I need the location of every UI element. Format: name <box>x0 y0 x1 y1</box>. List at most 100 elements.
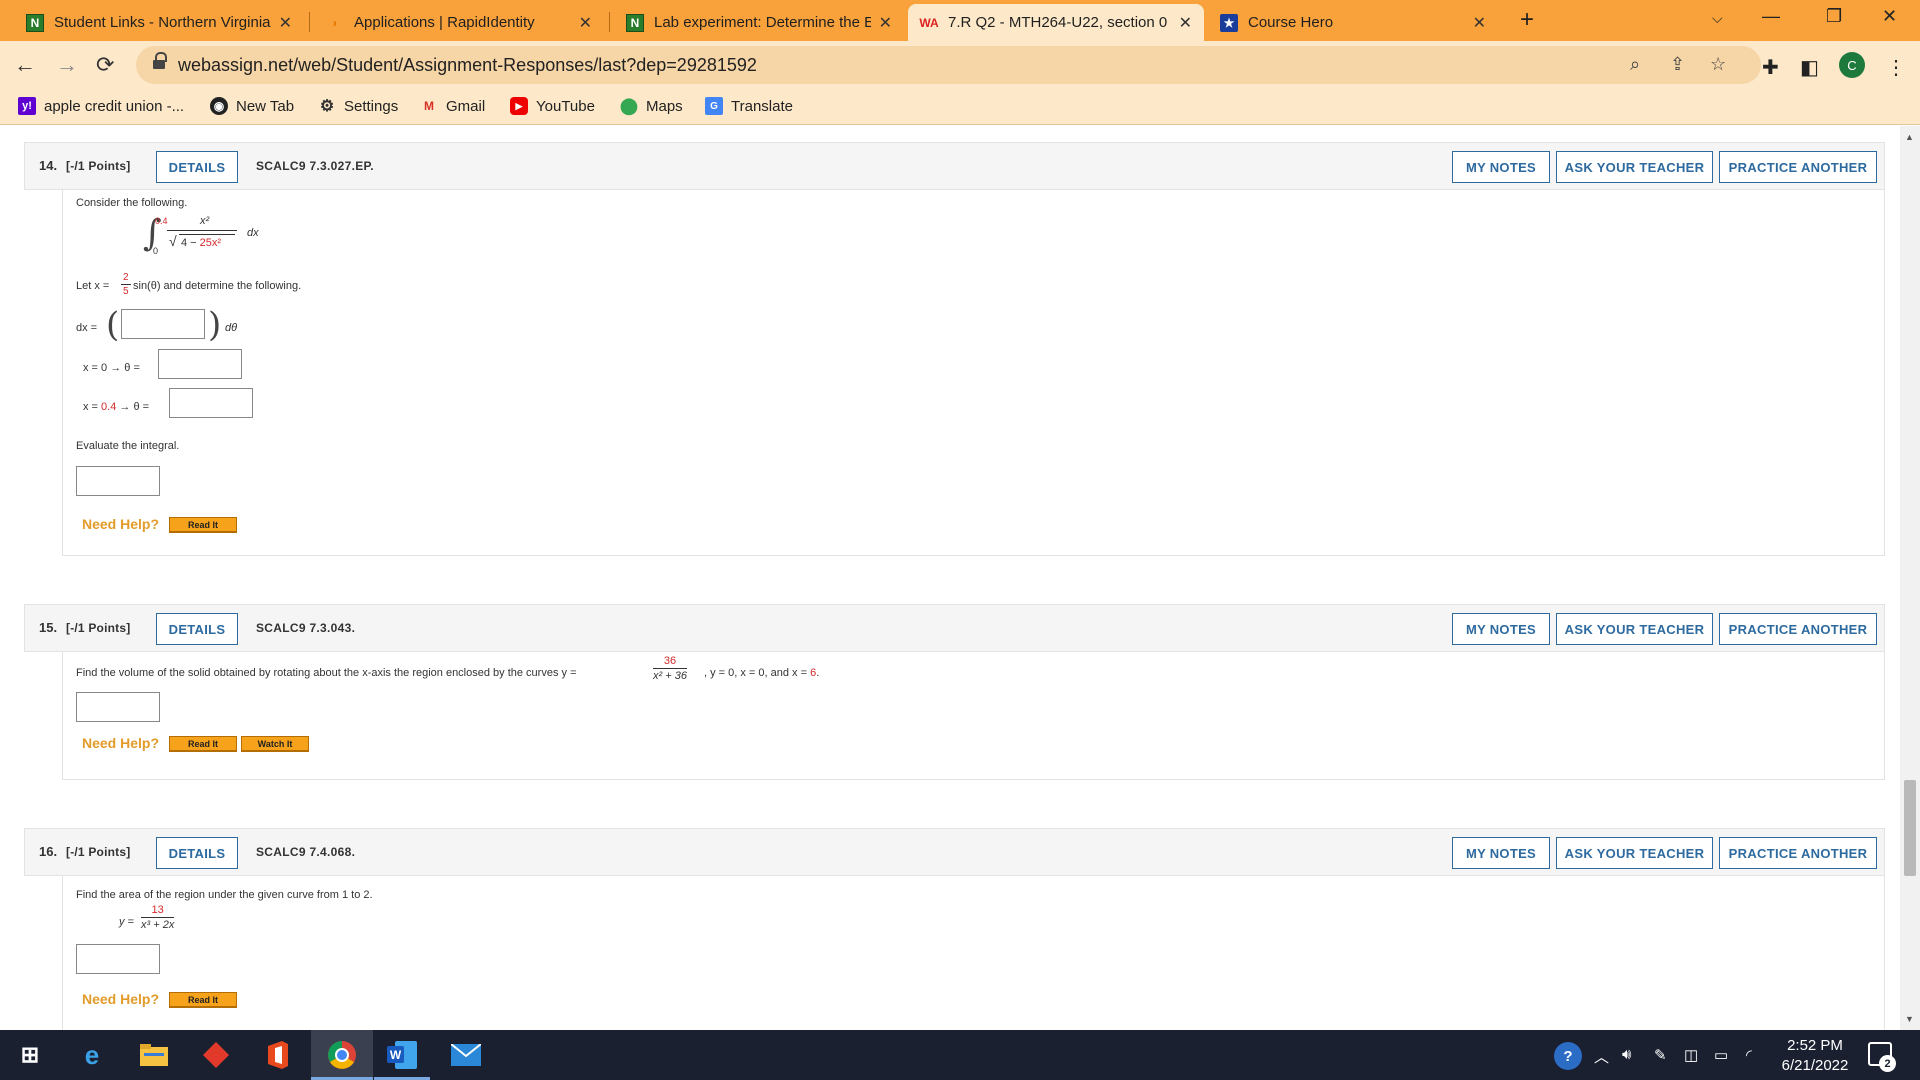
edge-icon[interactable]: e <box>76 1039 108 1071</box>
webassign-icon: WA <box>919 15 939 30</box>
dtheta-label: dθ <box>225 322 238 334</box>
question-points: [-/1 Points] <box>66 159 131 173</box>
tab-course-hero[interactable]: ★ Course Hero ✕ <box>1208 4 1498 41</box>
ask-teacher-button[interactable]: ASK YOUR TEACHER <box>1556 837 1713 869</box>
integral-answer-input[interactable] <box>76 466 160 496</box>
show-hidden-icons-icon[interactable]: ︿ <box>1594 1046 1609 1067</box>
scroll-thumb[interactable] <box>1904 780 1916 876</box>
system-clock[interactable]: 2:52 PM 6/21/2022 <box>1776 1036 1854 1076</box>
radicand: 4 − 25x² <box>181 237 222 249</box>
battery-icon[interactable]: ▭ <box>1714 1046 1728 1064</box>
office-icon[interactable] <box>262 1039 294 1071</box>
close-tab-icon[interactable]: ✕ <box>1473 13 1486 33</box>
bookmark-settings[interactable]: ⚙ Settings <box>318 97 398 116</box>
diamond-app-icon[interactable] <box>200 1039 232 1071</box>
substitution-fraction: 25 <box>121 272 131 297</box>
extensions-icon[interactable]: ✚ <box>1762 55 1779 80</box>
bookmark-new-tab[interactable]: ◉ New Tab <box>210 97 294 115</box>
url-text[interactable]: webassign.net/web/Student/Assignment-Res… <box>178 55 757 76</box>
bookmark-gmail[interactable]: M Gmail <box>420 97 485 115</box>
read-it-button[interactable]: Read It <box>169 736 237 752</box>
integrand-numerator: x² <box>200 215 210 227</box>
reload-icon[interactable]: ⟳ <box>96 52 114 78</box>
my-notes-button[interactable]: MY NOTES <box>1452 151 1550 183</box>
details-button[interactable]: DETAILS <box>156 613 238 645</box>
bookmark-star-icon[interactable]: ☆ <box>1710 54 1726 75</box>
zoom-icon[interactable]: ⌕ <box>1630 54 1640 75</box>
practice-another-button[interactable]: PRACTICE ANOTHER <box>1719 613 1877 645</box>
close-tab-icon[interactable]: ✕ <box>279 13 292 33</box>
minimize-icon[interactable]: — <box>1762 6 1780 27</box>
bookmark-apple-credit-union[interactable]: y! apple credit union -... <box>18 97 184 115</box>
volume-answer-input[interactable] <box>76 692 160 722</box>
details-button[interactable]: DETAILS <box>156 837 238 869</box>
tab-search-icon[interactable]: ⌵ <box>1712 10 1723 27</box>
gear-icon: ⚙ <box>319 98 335 115</box>
bookmark-maps[interactable]: ⬤ Maps <box>620 97 683 116</box>
read-it-button[interactable]: Read It <box>169 992 237 1008</box>
file-explorer-icon[interactable] <box>138 1039 170 1071</box>
question-15-header: 15. [-/1 Points] DETAILS SCALC9 7.3.043.… <box>24 604 1885 652</box>
yahoo-icon: y! <box>18 97 36 115</box>
scroll-down-icon[interactable]: ▼ <box>1905 1014 1914 1024</box>
forward-icon[interactable]: → <box>56 52 78 78</box>
restore-icon[interactable]: ❐ <box>1826 6 1842 27</box>
question-prompt-continued: , y = 0, x = 0, and x = 6. <box>704 667 820 679</box>
mail-icon[interactable] <box>450 1039 482 1071</box>
coursehero-icon: ★ <box>1220 13 1238 32</box>
volume-icon[interactable]: 🔊︎ <box>1622 1046 1631 1063</box>
tab-rapididentity[interactable]: ◗ Applications | RapidIdentity ✕ <box>314 4 604 41</box>
tab-lab-experiment[interactable]: N Lab experiment: Determine the E ✕ <box>614 4 904 41</box>
need-help-label: Need Help? <box>82 516 160 532</box>
menu-icon[interactable]: ⋮ <box>1886 55 1906 80</box>
read-it-button[interactable]: Read It <box>169 517 237 533</box>
close-tab-icon[interactable]: ✕ <box>579 13 592 33</box>
bookmark-translate[interactable]: G Translate <box>705 97 793 115</box>
bookmark-youtube[interactable]: ▶ YouTube <box>510 97 595 115</box>
question-number: 14. <box>39 158 58 173</box>
question-prompt: Find the volume of the solid obtained by… <box>76 667 577 679</box>
share-icon[interactable]: ⇪ <box>1670 54 1685 75</box>
question-number: 16. <box>39 844 58 859</box>
lock-icon[interactable] <box>153 52 167 70</box>
my-notes-button[interactable]: MY NOTES <box>1452 837 1550 869</box>
windows-start-icon[interactable]: ⊞ <box>14 1039 46 1071</box>
watch-it-button[interactable]: Watch It <box>241 736 309 752</box>
question-14-body: Consider the following. ∫ 0.4 0 x² √ 4 −… <box>62 190 1885 556</box>
camera-icon[interactable]: ◫ <box>1684 1046 1698 1064</box>
tab-webassign[interactable]: WA 7.R Q2 - MTH264-U22, section 0 ✕ <box>908 4 1204 41</box>
rapididentity-icon: ◗ <box>331 15 339 30</box>
practice-another-button[interactable]: PRACTICE ANOTHER <box>1719 837 1877 869</box>
question-code: SCALC9 7.4.068. <box>256 845 356 859</box>
profile-avatar[interactable]: C <box>1839 52 1865 78</box>
notification-count-badge: 2 <box>1879 1055 1896 1072</box>
ask-teacher-button[interactable]: ASK YOUR TEACHER <box>1556 151 1713 183</box>
page-scrollbar[interactable]: ▲ ▼ <box>1900 126 1920 1030</box>
dx-label: dx = <box>76 322 98 334</box>
wifi-icon[interactable]: ◜ <box>1746 1046 1752 1064</box>
lower-theta-input[interactable] <box>158 349 242 379</box>
chrome-icon[interactable] <box>326 1039 358 1071</box>
address-bar[interactable]: webassign.net/web/Student/Assignment-Res… <box>136 46 1761 84</box>
close-tab-icon[interactable]: ✕ <box>879 13 892 33</box>
maps-icon: ⬤ <box>620 98 638 115</box>
dx-answer-input[interactable] <box>121 309 205 339</box>
close-tab-icon[interactable]: ✕ <box>1179 13 1192 33</box>
side-panel-icon[interactable]: ◧ <box>1800 55 1819 80</box>
my-notes-button[interactable]: MY NOTES <box>1452 613 1550 645</box>
back-icon[interactable]: ← <box>14 52 36 78</box>
pen-icon[interactable]: ✎ <box>1654 1046 1667 1064</box>
tab-separator <box>609 12 610 32</box>
scroll-up-icon[interactable]: ▲ <box>1905 132 1914 142</box>
ask-teacher-button[interactable]: ASK YOUR TEACHER <box>1556 613 1713 645</box>
question-points: [-/1 Points] <box>66 845 131 859</box>
practice-another-button[interactable]: PRACTICE ANOTHER <box>1719 151 1877 183</box>
help-tray-icon[interactable]: ? <box>1554 1042 1582 1070</box>
area-answer-input[interactable] <box>76 944 160 974</box>
upper-theta-input[interactable] <box>169 388 253 418</box>
details-button[interactable]: DETAILS <box>156 151 238 183</box>
close-window-icon[interactable]: ✕ <box>1882 6 1897 27</box>
word-icon[interactable]: W <box>386 1039 418 1071</box>
tab-student-links[interactable]: N Student Links - Northern Virginia ✕ <box>14 4 304 41</box>
new-tab-button[interactable]: + <box>1520 6 1534 34</box>
